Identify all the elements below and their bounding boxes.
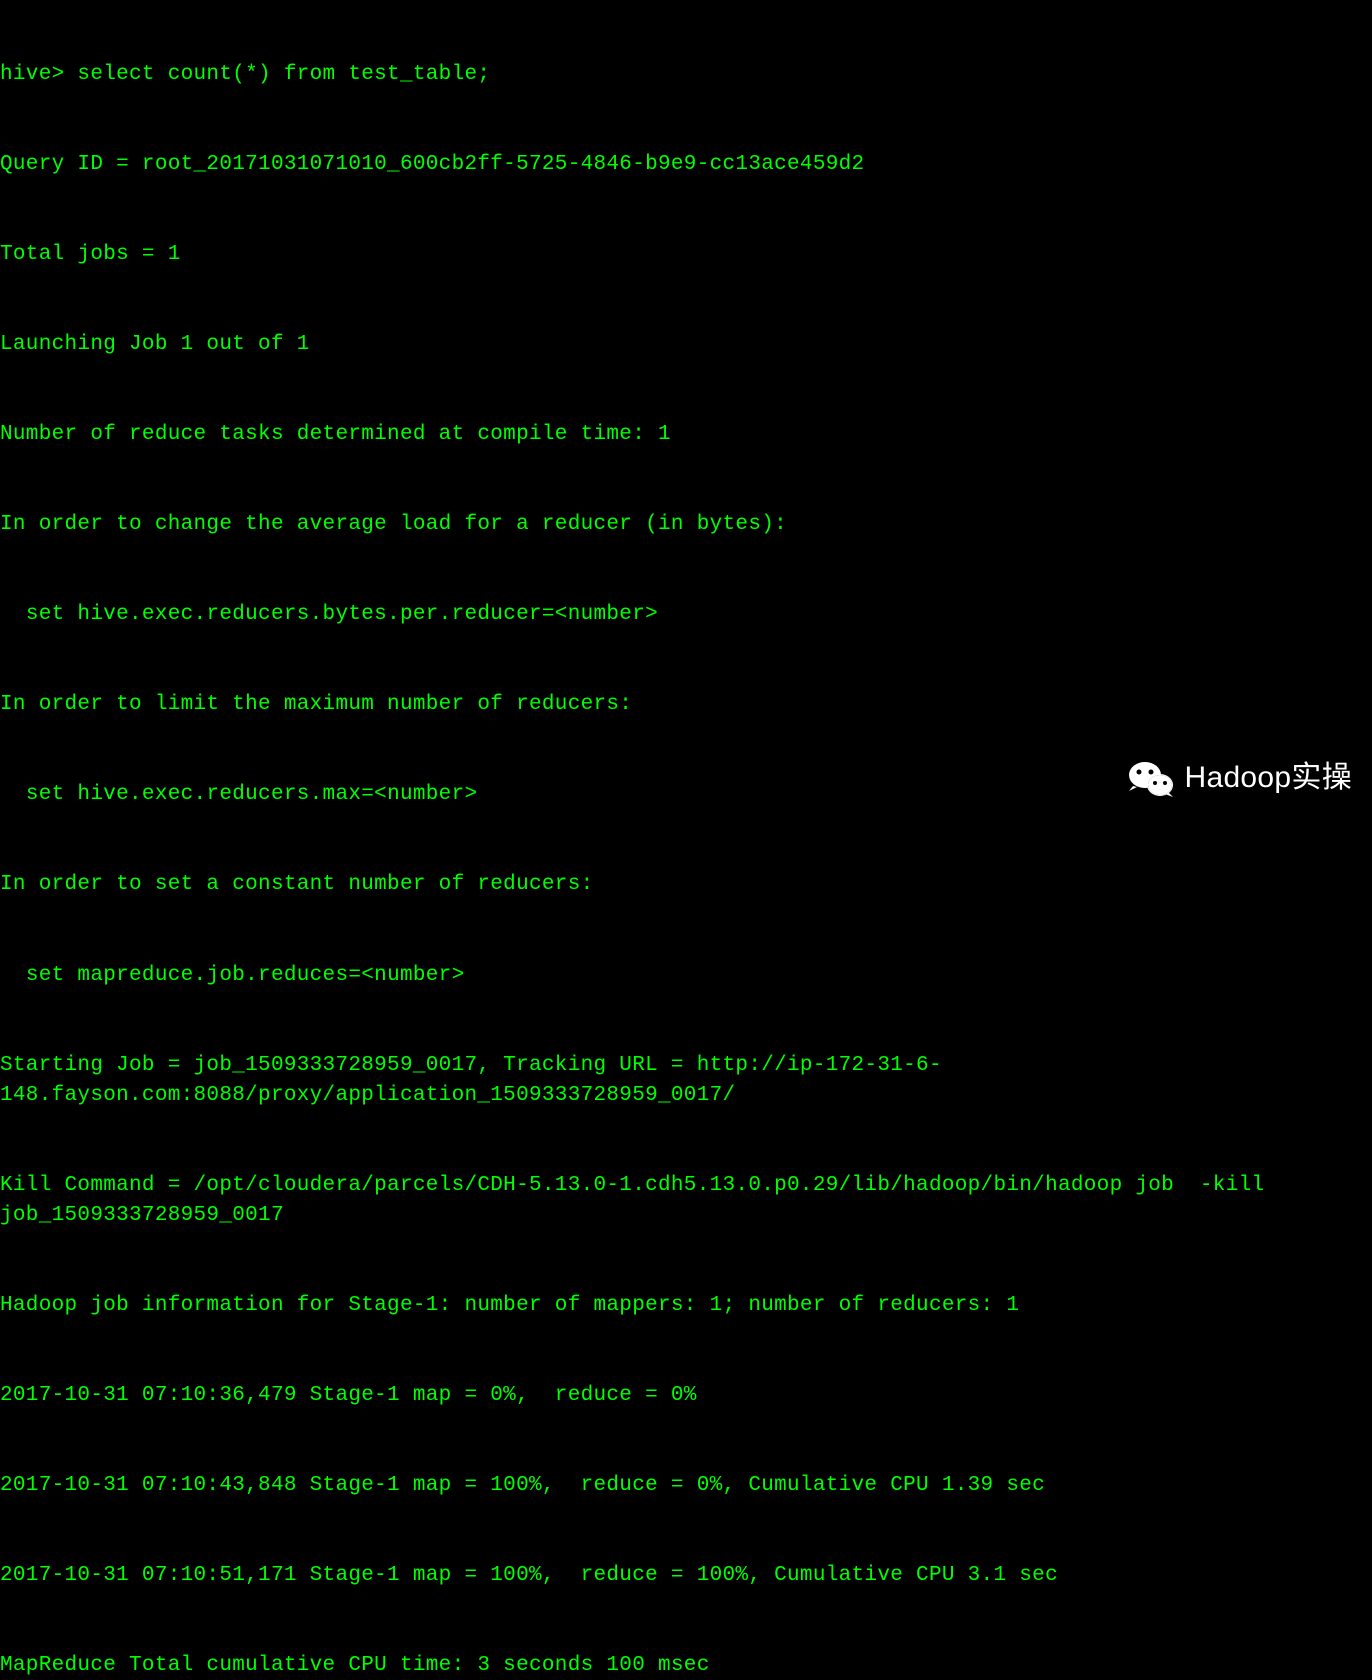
terminal-line: 2017-10-31 07:10:51,171 Stage-1 map = 10… xyxy=(0,1561,1372,1591)
terminal-line: Total jobs = 1 xyxy=(0,240,1372,270)
terminal-line: 2017-10-31 07:10:43,848 Stage-1 map = 10… xyxy=(0,1471,1372,1501)
wechat-icon xyxy=(1127,759,1175,799)
terminal-line: Hadoop job information for Stage-1: numb… xyxy=(0,1291,1372,1321)
terminal-line: In order to limit the maximum number of … xyxy=(0,690,1372,720)
terminal-line: 2017-10-31 07:10:36,479 Stage-1 map = 0%… xyxy=(0,1381,1372,1411)
terminal-line: set hive.exec.reducers.bytes.per.reducer… xyxy=(0,600,1372,630)
terminal-line: Launching Job 1 out of 1 xyxy=(0,330,1372,360)
watermark: Hadoop实操 xyxy=(1127,757,1353,800)
terminal-line: Number of reduce tasks determined at com… xyxy=(0,420,1372,450)
terminal-line: In order to change the average load for … xyxy=(0,510,1372,540)
terminal-line: Starting Job = job_1509333728959_0017, T… xyxy=(0,1051,1372,1111)
terminal-line: hive> select count(*) from test_table; xyxy=(0,60,1372,90)
terminal-line: Query ID = root_20171031071010_600cb2ff-… xyxy=(0,150,1372,180)
terminal-line: MapReduce Total cumulative CPU time: 3 s… xyxy=(0,1651,1372,1680)
terminal-line: set mapreduce.job.reduces=<number> xyxy=(0,961,1372,991)
terminal-output[interactable]: hive> select count(*) from test_table; Q… xyxy=(0,0,1372,1680)
watermark-text: Hadoop实操 xyxy=(1185,757,1353,800)
terminal-line: In order to set a constant number of red… xyxy=(0,870,1372,900)
terminal-line: Kill Command = /opt/cloudera/parcels/CDH… xyxy=(0,1171,1372,1231)
